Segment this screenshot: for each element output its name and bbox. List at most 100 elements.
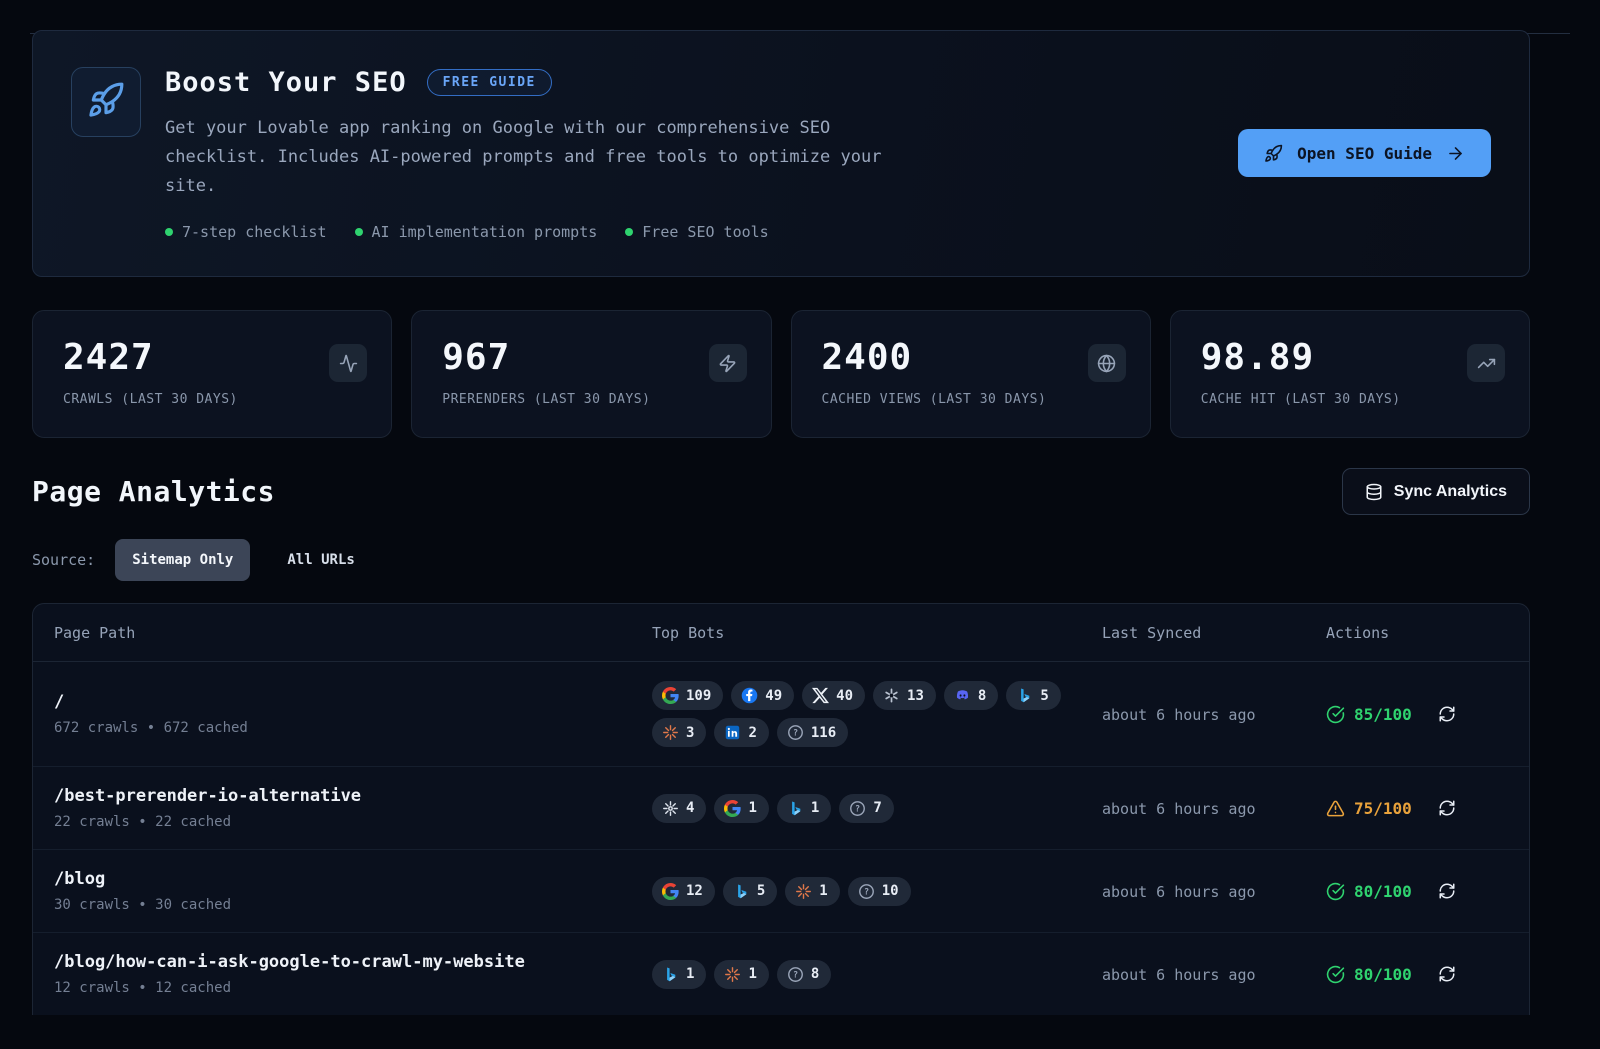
seo-score: 85/100 — [1326, 705, 1412, 724]
bot-count: 7 — [873, 800, 881, 816]
bot-badge-google[interactable]: 1 — [714, 794, 768, 823]
bot-badge-linkedin[interactable]: 2 — [714, 718, 768, 747]
page-content: Boost Your SEO FREE GUIDE Get your Lovab… — [32, 30, 1530, 1015]
refresh-button[interactable] — [1438, 882, 1456, 900]
column-header-actions: Actions — [1326, 624, 1508, 642]
stat-value: 2427 — [63, 337, 367, 378]
table-row[interactable]: / 672 crawls • 672 cached109 49 40 13 85 3 2 ?11… — [33, 662, 1529, 766]
feature-item: 7-step checklist — [165, 223, 327, 241]
stat-value: 98.89 — [1201, 337, 1505, 378]
last-synced: about 6 hours ago — [1102, 706, 1256, 724]
bot-badge-bing[interactable]: 1 — [652, 960, 706, 989]
bot-badge-unknown[interactable]: ?7 — [839, 794, 893, 823]
bot-count: 1 — [819, 883, 827, 899]
bot-badge-x[interactable]: 40 — [802, 681, 865, 710]
unknown-bot-icon: ? — [849, 800, 866, 817]
green-dot-icon — [165, 228, 173, 236]
bot-count: 12 — [686, 883, 703, 899]
last-synced: about 6 hours ago — [1102, 883, 1256, 901]
bot-badge-claude[interactable]: 1 — [714, 960, 768, 989]
seo-banner: Boost Your SEO FREE GUIDE Get your Lovab… — [32, 30, 1530, 277]
svg-text:?: ? — [793, 728, 798, 738]
top-bots-cell: 12 5 1 ?10 — [652, 877, 1064, 906]
stat-label: CACHED VIEWS (LAST 30 DAYS) — [822, 392, 1126, 407]
claude-bot-icon — [662, 724, 679, 741]
bot-count: 10 — [882, 883, 899, 899]
bot-badge-bing[interactable]: 5 — [723, 877, 777, 906]
x-bot-icon — [812, 687, 829, 704]
database-icon — [1365, 483, 1383, 501]
bot-badge-unknown[interactable]: ?8 — [777, 960, 831, 989]
bot-badge-bing[interactable]: 5 — [1006, 681, 1060, 710]
page-crawl-meta: 30 crawls • 30 cached — [54, 897, 652, 913]
bot-count: 5 — [757, 883, 765, 899]
page-path: /best-prerender-io-alternative — [54, 786, 652, 806]
bot-badge-claude[interactable]: 3 — [652, 718, 706, 747]
stat-label: CACHE HIT (LAST 30 DAYS) — [1201, 392, 1505, 407]
stat-card-crawls: 2427 CRAWLS (LAST 30 DAYS) — [32, 310, 392, 438]
google-bot-icon — [662, 687, 679, 704]
bot-count: 2 — [748, 725, 756, 741]
open-seo-guide-button[interactable]: Open SEO Guide — [1238, 129, 1491, 177]
table-row[interactable]: /blog30 crawls • 30 cached1251?10about 6… — [33, 849, 1529, 932]
google-bot-icon — [724, 800, 741, 817]
bot-count: 1 — [748, 800, 756, 816]
seo-score: 75/100 — [1326, 799, 1412, 818]
table-row[interactable]: /best-prerender-io-alternative 22 crawls … — [33, 766, 1529, 849]
bot-badge-google[interactable]: 109 — [652, 681, 723, 710]
svg-text:?: ? — [793, 970, 798, 980]
bot-count: 8 — [811, 966, 819, 982]
source-label: Source: — [32, 551, 95, 569]
page-title: Page Analytics — [32, 475, 275, 508]
table-body: /672 crawls • 672 cached1094940138532?11… — [33, 662, 1529, 1015]
bot-badge-bing[interactable]: 1 — [777, 794, 831, 823]
source-option-all-urls[interactable]: All URLs — [270, 539, 371, 581]
top-bots-cell: 109 49 40 13 85 3 2 ?116 — [652, 681, 1064, 747]
generic-bot-bot-icon — [662, 800, 679, 817]
bot-badge-discord[interactable]: 8 — [944, 681, 998, 710]
feature-item: AI implementation prompts — [355, 223, 598, 241]
page-path: /blog/how-can-i-ask-google-to-crawl-my-w… — [54, 952, 652, 972]
claude-bot-icon — [795, 883, 812, 900]
stat-card-prerenders: 967 PRERENDERS (LAST 30 DAYS) — [411, 310, 771, 438]
last-synced: about 6 hours ago — [1102, 966, 1256, 984]
bing-bot-icon — [787, 800, 804, 817]
bot-badge-facebook[interactable]: 49 — [731, 681, 794, 710]
refresh-button[interactable] — [1438, 965, 1456, 983]
page-crawl-meta: 672 crawls • 672 cached — [54, 720, 652, 736]
feature-item: Free SEO tools — [625, 223, 768, 241]
page-path: / — [54, 692, 652, 712]
bot-badge-unknown[interactable]: ?116 — [777, 718, 848, 747]
last-synced: about 6 hours ago — [1102, 800, 1256, 818]
bot-count: 1 — [686, 966, 694, 982]
green-dot-icon — [355, 228, 363, 236]
sync-analytics-button[interactable]: Sync Analytics — [1342, 468, 1530, 515]
banner-title: Boost Your SEO — [165, 67, 407, 98]
check-circle-icon — [1326, 965, 1345, 984]
warning-triangle-icon — [1326, 799, 1345, 818]
refresh-icon — [1438, 799, 1456, 817]
free-guide-badge: FREE GUIDE — [427, 69, 552, 96]
top-bots-cell: 411?7 — [652, 794, 1064, 823]
bot-badge-generic-bot[interactable]: 4 — [652, 794, 706, 823]
top-bots-cell: 11?8 — [652, 960, 1064, 989]
google-bot-icon — [662, 883, 679, 900]
bot-count: 13 — [907, 688, 924, 704]
table-row[interactable]: /blog/how-can-i-ask-google-to-crawl-my-w… — [33, 932, 1529, 1015]
stat-cards: 2427 CRAWLS (LAST 30 DAYS) 967 PRERENDER… — [32, 310, 1530, 438]
bot-badge-unknown[interactable]: ?10 — [848, 877, 911, 906]
claude-bot-icon — [724, 966, 741, 983]
bot-badge-google[interactable]: 12 — [652, 877, 715, 906]
seo-score: 80/100 — [1326, 882, 1412, 901]
stat-label: CRAWLS (LAST 30 DAYS) — [63, 392, 367, 407]
refresh-button[interactable] — [1438, 799, 1456, 817]
source-option-sitemap-only[interactable]: Sitemap Only — [115, 539, 250, 581]
bot-badge-claude[interactable]: 1 — [785, 877, 839, 906]
page-crawl-meta: 22 crawls • 22 cached — [54, 814, 652, 830]
stat-label: PRERENDERS (LAST 30 DAYS) — [442, 392, 746, 407]
column-header-page-path: Page Path — [54, 624, 652, 642]
unknown-bot-icon: ? — [787, 966, 804, 983]
bot-badge-openai[interactable]: 13 — [873, 681, 936, 710]
banner-features: 7-step checklist AI implementation promp… — [165, 223, 923, 241]
refresh-button[interactable] — [1438, 705, 1456, 723]
